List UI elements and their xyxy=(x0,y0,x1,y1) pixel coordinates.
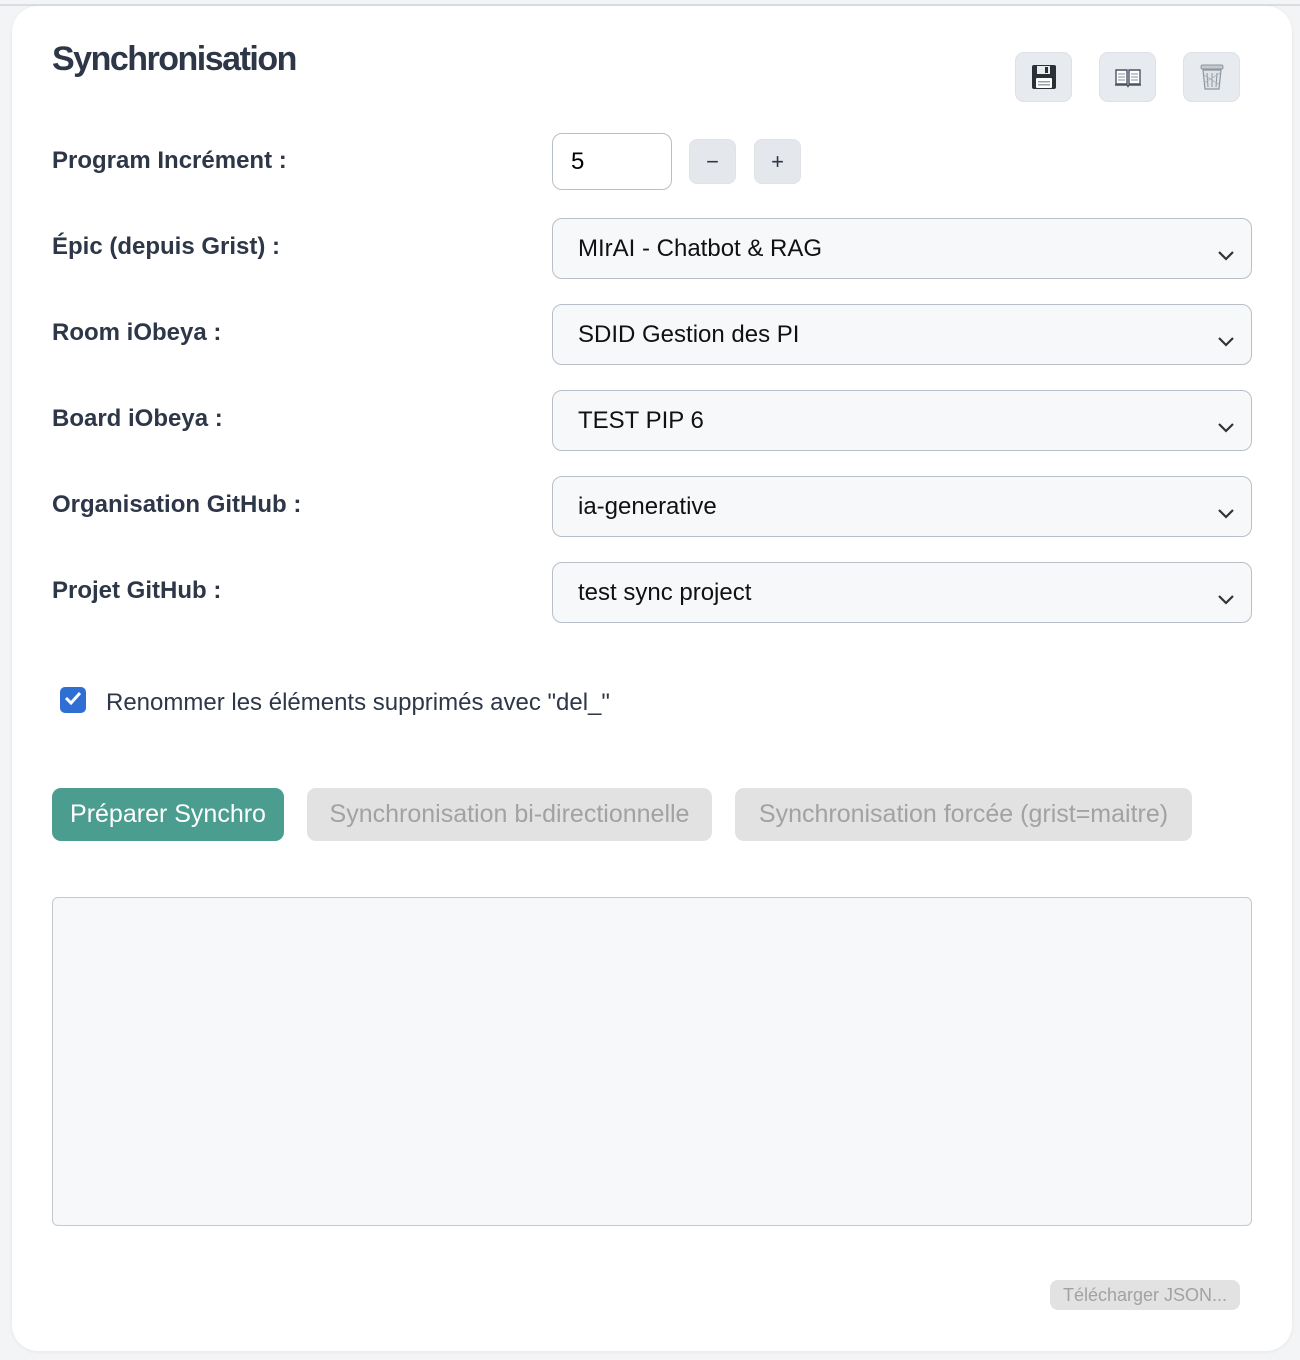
room-select-value: SDID Gestion des PI xyxy=(578,320,800,348)
prepare-sync-button[interactable]: Préparer Synchro xyxy=(52,788,284,841)
epic-select-value: MIrAI - Chatbot & RAG xyxy=(578,234,823,262)
delete-button[interactable] xyxy=(1183,52,1240,102)
sync-panel: Synchronisation Program Incrément: 5 − … xyxy=(12,6,1292,1351)
program-increment-input[interactable] xyxy=(552,133,672,190)
github-org-select-value: ia-generative xyxy=(578,492,717,520)
github-project-label: Projet GitHub : xyxy=(52,577,222,604)
increment-button[interactable]: + xyxy=(754,139,801,184)
page-title: Synchronisation xyxy=(52,40,297,78)
github-project-select-value: test sync project xyxy=(578,578,752,606)
program-increment-label: Program Incrément : xyxy=(52,147,287,174)
github-org-select[interactable]: ia-generative xyxy=(552,476,1252,537)
github-org-label: Organisation GitHub : xyxy=(52,491,302,518)
sync-output-area[interactable] xyxy=(52,897,1252,1226)
rename-deleted-checkbox[interactable] xyxy=(60,687,86,713)
download-json-button[interactable]: Télécharger JSON... xyxy=(1050,1280,1240,1310)
chevron-down-icon xyxy=(1217,413,1235,441)
room-select[interactable]: SDID Gestion des PI xyxy=(552,304,1252,365)
chevron-down-icon xyxy=(1217,499,1235,527)
forced-sync-button[interactable]: Synchronisation forcée (grist=maitre) xyxy=(735,788,1192,841)
board-select-value: TEST PIP 6 xyxy=(578,406,704,434)
documentation-button[interactable] xyxy=(1099,52,1156,102)
open-book-icon xyxy=(1114,66,1142,88)
checkmark-icon xyxy=(64,691,82,710)
github-project-select[interactable]: test sync project xyxy=(552,562,1252,623)
room-label: Room iObeya : xyxy=(52,319,222,346)
bidirectional-sync-button[interactable]: Synchronisation bi-directionnelle xyxy=(307,788,712,841)
decrement-button[interactable]: − xyxy=(689,139,736,184)
rename-deleted-label: Renommer les éléments supprimés avec "de… xyxy=(106,689,610,716)
board-label: Board iObeya : xyxy=(52,405,223,432)
chevron-down-icon xyxy=(1217,585,1235,613)
chevron-down-icon xyxy=(1217,327,1235,355)
epic-select[interactable]: MIrAI - Chatbot & RAG xyxy=(552,218,1252,279)
save-button[interactable] xyxy=(1015,52,1072,102)
trash-can-icon xyxy=(1200,63,1224,91)
floppy-disk-icon xyxy=(1031,64,1057,90)
board-select[interactable]: TEST PIP 6 xyxy=(552,390,1252,451)
epic-label: Épic (depuis Grist) : xyxy=(52,233,281,260)
chevron-down-icon xyxy=(1217,241,1235,269)
